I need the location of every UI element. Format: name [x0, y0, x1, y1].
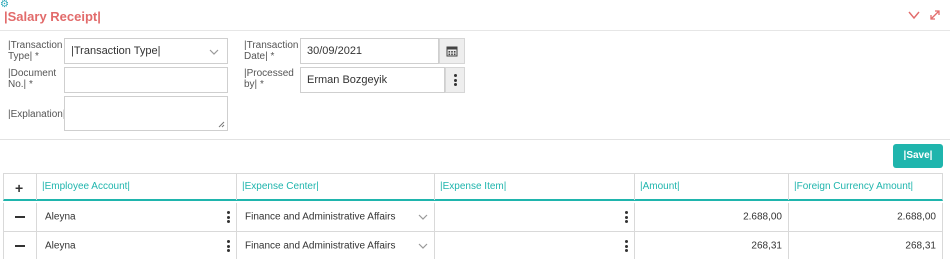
page-title: |Salary Receipt|	[4, 9, 101, 24]
transaction-date-label: |Transaction Date| *	[244, 40, 299, 62]
calendar-icon	[446, 46, 458, 57]
chevron-down-icon[interactable]	[907, 8, 921, 22]
explanation-textarea[interactable]	[64, 96, 228, 131]
plus-icon: +	[15, 180, 24, 196]
expense-center-select[interactable]: Finance and Administrative Affairs	[236, 203, 434, 231]
transaction-type-label: |Transaction Type| *	[8, 40, 63, 62]
expense-item-cell[interactable]	[434, 232, 634, 259]
chevron-down-icon	[209, 49, 219, 55]
kebab-menu-icon[interactable]	[226, 240, 230, 252]
column-header-expense-center[interactable]: |Expense Center|	[236, 174, 434, 200]
transaction-date-input[interactable]: 30/09/2021	[300, 38, 439, 64]
employee-account-value: Aleyna	[45, 240, 76, 252]
kebab-menu-icon[interactable]	[624, 240, 628, 252]
minus-icon	[15, 245, 25, 247]
table-row: Aleyna Finance and Administrative Affair…	[3, 232, 943, 259]
divider	[0, 139, 950, 140]
kebab-menu-icon[interactable]	[226, 211, 230, 223]
foreign-currency-amount-cell[interactable]: 2.688,00	[788, 203, 942, 231]
resize-handle-icon[interactable]	[218, 121, 225, 128]
table-header: + |Employee Account| |Expense Center| |E…	[3, 173, 943, 201]
expense-center-value: Finance and Administrative Affairs	[245, 211, 396, 223]
foreign-currency-amount-value: 2.688,00	[897, 211, 936, 223]
panel-header: |Salary Receipt|	[0, 0, 950, 31]
expense-center-value: Finance and Administrative Affairs	[245, 240, 396, 252]
chevron-down-icon	[418, 243, 428, 249]
chevron-down-icon	[418, 214, 428, 220]
kebab-menu-icon	[453, 74, 457, 86]
column-header-expense-item[interactable]: |Expense Item|	[434, 174, 634, 200]
amount-cell[interactable]: 268,31	[634, 232, 788, 259]
foreign-currency-amount-value: 268,31	[905, 240, 936, 252]
column-header-employee-account[interactable]: |Employee Account|	[36, 174, 236, 200]
calendar-button[interactable]	[439, 38, 465, 64]
processed-by-label: |Processed by| *	[244, 68, 294, 90]
expense-center-select[interactable]: Finance and Administrative Affairs	[236, 232, 434, 259]
kebab-menu-icon[interactable]	[624, 211, 628, 223]
document-no-label: |Document No.| *	[8, 68, 57, 90]
amount-value: 2.688,00	[743, 211, 782, 223]
foreign-currency-amount-cell[interactable]: 268,31	[788, 232, 942, 259]
remove-row-button[interactable]	[4, 232, 36, 259]
amount-value: 268,31	[751, 240, 782, 252]
employee-account-value: Aleyna	[45, 211, 76, 223]
employee-account-cell[interactable]: Aleyna	[36, 203, 236, 231]
explanation-label: |Explanation|	[8, 109, 66, 120]
expense-item-cell[interactable]	[434, 203, 634, 231]
expand-icon[interactable]	[928, 8, 942, 22]
remove-row-button[interactable]	[4, 203, 36, 231]
column-header-foreign-currency-amount[interactable]: |Foreign Currency Amount|	[788, 174, 942, 200]
transaction-type-select[interactable]: |Transaction Type|	[64, 38, 228, 64]
add-row-button[interactable]: +	[4, 174, 36, 200]
processed-by-options-button[interactable]	[445, 67, 465, 93]
employee-account-cell[interactable]: Aleyna	[36, 232, 236, 259]
processed-by-input[interactable]: Erman Bozgeyik	[300, 67, 445, 93]
minus-icon	[15, 216, 25, 218]
amount-cell[interactable]: 2.688,00	[634, 203, 788, 231]
table-row: Aleyna Finance and Administrative Affair…	[3, 203, 943, 232]
transaction-type-value: |Transaction Type|	[71, 45, 161, 57]
processed-by-value: Erman Bozgeyik	[307, 74, 388, 86]
save-button[interactable]: |Save|	[893, 144, 943, 168]
transaction-date-value: 30/09/2021	[307, 45, 363, 57]
document-no-input[interactable]	[64, 67, 228, 93]
column-header-amount[interactable]: |Amount|	[634, 174, 788, 200]
